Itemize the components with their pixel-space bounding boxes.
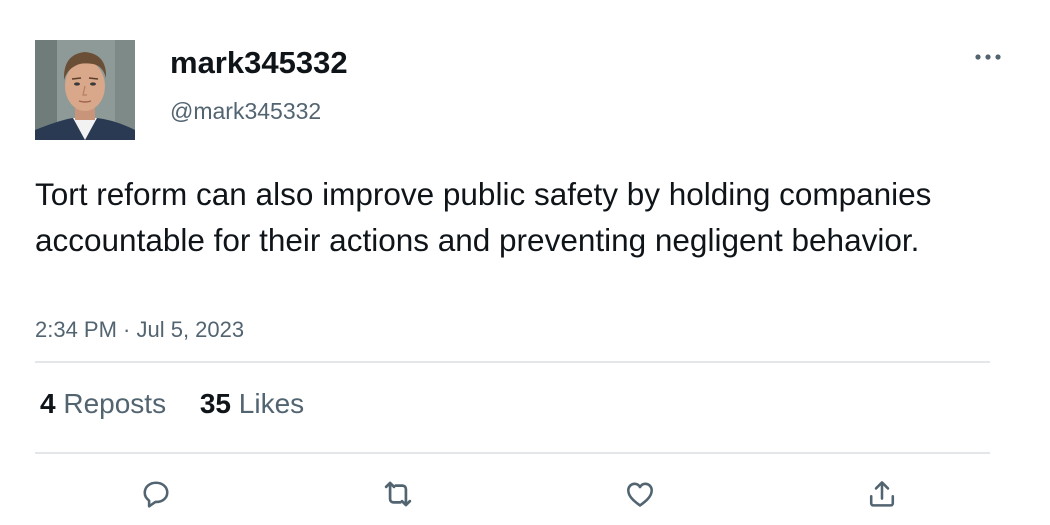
more-options-icon	[975, 54, 1001, 60]
share-button[interactable]	[862, 474, 902, 514]
more-options-button[interactable]	[968, 42, 1008, 72]
divider	[35, 452, 990, 454]
user-handle[interactable]: @mark345332	[170, 96, 321, 126]
reposts-stat[interactable]: 4 Reposts	[40, 386, 166, 422]
tweet-card: mark345332 @mark345332 Tort reform can a…	[0, 0, 1050, 525]
tweet-text: Tort reform can also improve public safe…	[35, 176, 932, 258]
reply-button[interactable]	[136, 474, 176, 514]
reply-icon	[143, 481, 169, 508]
share-icon	[869, 481, 895, 507]
likes-label: Likes	[238, 388, 305, 419]
tweet-timestamp[interactable]: 2:34 PM · Jul 5, 2023	[35, 315, 244, 345]
engagement-stats: 4 Reposts 35 Likes	[40, 386, 304, 422]
repost-button[interactable]	[378, 474, 418, 514]
reposts-label: Reposts	[63, 388, 167, 419]
reposts-count: 4	[40, 388, 56, 419]
repost-icon	[384, 481, 412, 507]
likes-stat[interactable]: 35 Likes	[200, 386, 304, 422]
display-name[interactable]: mark345332	[170, 44, 348, 82]
likes-count: 35	[199, 388, 232, 419]
divider	[35, 361, 990, 363]
like-icon	[627, 482, 653, 507]
like-button[interactable]	[620, 474, 660, 514]
avatar-image	[35, 40, 135, 140]
avatar[interactable]	[35, 40, 135, 140]
